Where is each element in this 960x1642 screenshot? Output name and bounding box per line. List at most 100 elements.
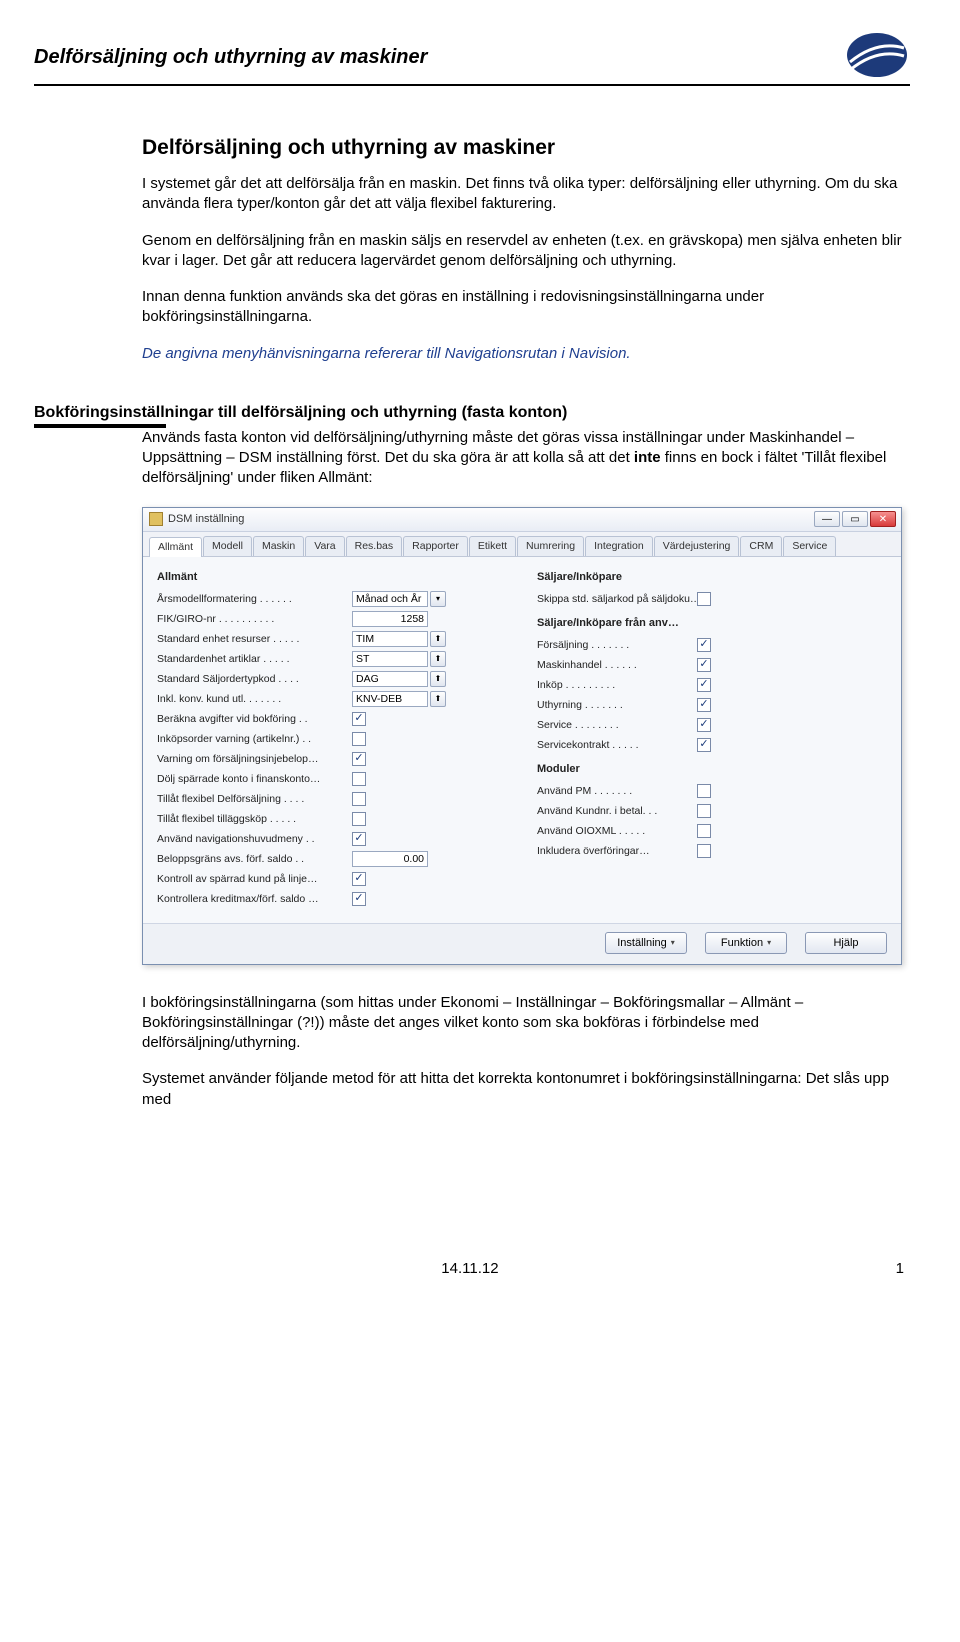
field-label: Standard enhet resurser . . . . . [157, 633, 352, 645]
window-controls: — ▭ ✕ [814, 511, 896, 527]
field-control: ✓ [697, 678, 711, 692]
field-row: Skippa std. säljarkod på säljdoku… [537, 589, 887, 609]
button-label: Hjälp [833, 937, 858, 949]
checkbox[interactable] [352, 812, 366, 826]
text-input[interactable]: DAG [352, 671, 428, 687]
dialog-title: DSM inställning [168, 513, 244, 525]
field-label: Tillåt flexibel tilläggsköp . . . . . [157, 813, 352, 825]
tab-modell[interactable]: Modell [203, 536, 252, 556]
field-control: 1258 [352, 611, 428, 627]
dialog-footer: Inställning▾ Funktion▾ Hjälp [143, 923, 901, 964]
lookup-icon[interactable]: ⬆ [430, 671, 446, 687]
text-input[interactable]: ST [352, 651, 428, 667]
field-label: Inköp . . . . . . . . . [537, 679, 697, 691]
checkbox[interactable]: ✓ [697, 698, 711, 712]
chevron-down-icon[interactable]: ▾ [430, 591, 446, 607]
field-label: Standard Säljordertypkod . . . . [157, 673, 352, 685]
field-row: Service . . . . . . . .✓ [537, 715, 887, 735]
tab-numrering[interactable]: Numrering [517, 536, 584, 556]
checkbox[interactable] [697, 804, 711, 818]
field-control: Månad och År▾ [352, 591, 446, 607]
right-column: Säljare/Inköpare Skippa std. säljarkod p… [537, 567, 887, 909]
checkbox[interactable]: ✓ [697, 718, 711, 732]
group-title: Moduler [537, 763, 887, 775]
field-row: Använd PM . . . . . . . [537, 781, 887, 801]
tab-service[interactable]: Service [783, 536, 836, 556]
hjälp-button[interactable]: Hjälp [805, 932, 887, 954]
text-input[interactable]: Månad och År [352, 591, 428, 607]
checkbox[interactable] [697, 824, 711, 838]
tab-vara[interactable]: Vara [305, 536, 344, 556]
maximize-button[interactable]: ▭ [842, 511, 868, 527]
close-button[interactable]: ✕ [870, 511, 896, 527]
checkbox[interactable]: ✓ [352, 752, 366, 766]
field-row: Dölj spärrade konto i finanskonto… [157, 769, 507, 789]
left-column: Allmänt Årsmodellformatering . . . . . .… [157, 567, 507, 909]
page-header: Delförsäljning och uthyrning av maskiner [34, 30, 910, 80]
group-title: Säljare/Inköpare från anv… [537, 617, 887, 629]
right1-fields: Skippa std. säljarkod på säljdoku… [537, 589, 887, 609]
right2-fields: Försäljning . . . . . . .✓Maskinhandel .… [537, 635, 887, 755]
tab-maskin[interactable]: Maskin [253, 536, 304, 556]
section-title: Delförsäljning och uthyrning av maskiner [142, 136, 910, 160]
minimize-button[interactable]: — [814, 511, 840, 527]
checkbox[interactable] [697, 592, 711, 606]
inställning-button[interactable]: Inställning▾ [605, 932, 687, 954]
tab-crm[interactable]: CRM [740, 536, 782, 556]
checkbox[interactable]: ✓ [697, 738, 711, 752]
field-label: Servicekontrakt . . . . . [537, 739, 697, 751]
group-title: Allmänt [157, 571, 507, 583]
tab-värdejustering[interactable]: Värdejustering [654, 536, 740, 556]
checkbox[interactable]: ✓ [352, 892, 366, 906]
checkbox[interactable] [697, 784, 711, 798]
field-row: Använd navigationshuvudmeny . .✓ [157, 829, 507, 849]
checkbox[interactable] [352, 772, 366, 786]
dialog-body: Allmänt Årsmodellformatering . . . . . .… [143, 557, 901, 923]
checkbox[interactable]: ✓ [697, 678, 711, 692]
field-control [697, 844, 711, 858]
tab-rapporter[interactable]: Rapporter [403, 536, 468, 556]
field-control [352, 732, 366, 746]
lookup-icon[interactable]: ⬆ [430, 691, 446, 707]
document-page: Delförsäljning och uthyrning av maskiner… [0, 0, 960, 1307]
field-row: Inkl. konv. kund utl. . . . . . .KNV-DEB… [157, 689, 507, 709]
tab-integration[interactable]: Integration [585, 536, 653, 556]
checkbox[interactable] [352, 732, 366, 746]
text-input[interactable]: 0.00 [352, 851, 428, 867]
field-control [697, 592, 711, 606]
logo-icon [844, 30, 910, 80]
field-label: Kontrollera kreditmax/förf. saldo … [157, 893, 352, 905]
field-control: ST⬆ [352, 651, 446, 667]
checkbox[interactable]: ✓ [352, 712, 366, 726]
after-dialog-block: I bokföringsinställningarna (som hittas … [142, 993, 910, 1110]
field-row: Standardenhet artiklar . . . . .ST⬆ [157, 649, 507, 669]
text-input[interactable]: 1258 [352, 611, 428, 627]
field-row: Använd Kundnr. i betal. . . [537, 801, 887, 821]
checkbox[interactable] [352, 792, 366, 806]
field-label: Beräkna avgifter vid bokföring . . [157, 713, 352, 725]
checkbox[interactable]: ✓ [697, 638, 711, 652]
tab-res.bas[interactable]: Res.bas [346, 536, 403, 556]
field-row: Beloppsgräns avs. förf. saldo . .0.00 [157, 849, 507, 869]
funktion-button[interactable]: Funktion▾ [705, 932, 787, 954]
field-label: Skippa std. säljarkod på säljdoku… [537, 593, 697, 605]
field-control: ✓ [352, 752, 366, 766]
field-label: Försäljning . . . . . . . [537, 639, 697, 651]
nav-reference-note: De angivna menyhänvisningarna refererar … [142, 344, 910, 364]
text-input[interactable]: KNV-DEB [352, 691, 428, 707]
lookup-icon[interactable]: ⬆ [430, 631, 446, 647]
text-input[interactable]: TIM [352, 631, 428, 647]
tab-allmänt[interactable]: Allmänt [149, 537, 202, 557]
tab-etikett[interactable]: Etikett [469, 536, 516, 556]
checkbox[interactable]: ✓ [697, 658, 711, 672]
left-fields: Årsmodellformatering . . . . . .Månad oc… [157, 589, 507, 909]
field-row: Maskinhandel . . . . . .✓ [537, 655, 887, 675]
after-paragraph: I bokföringsinställningarna (som hittas … [142, 993, 910, 1054]
field-row: Kontroll av spärrad kund på linje…✓ [157, 869, 507, 889]
checkbox[interactable] [697, 844, 711, 858]
dialog-titlebar: DSM inställning — ▭ ✕ [143, 508, 901, 532]
lookup-icon[interactable]: ⬆ [430, 651, 446, 667]
field-label: Kontroll av spärrad kund på linje… [157, 873, 352, 885]
checkbox[interactable]: ✓ [352, 872, 366, 886]
checkbox[interactable]: ✓ [352, 832, 366, 846]
